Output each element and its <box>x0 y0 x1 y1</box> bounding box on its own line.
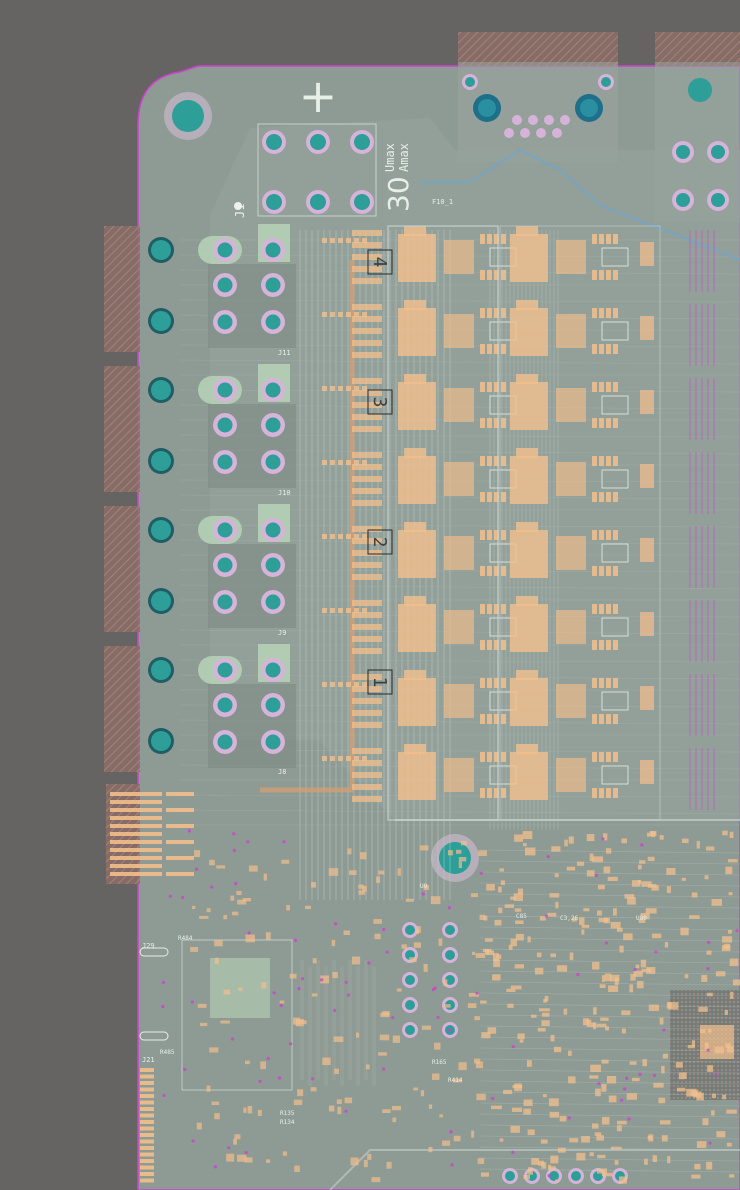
channel-number-2: 2 <box>369 537 390 548</box>
resistor-label: R484 <box>178 935 193 942</box>
connector-label-j11: J11 <box>278 349 291 357</box>
rating-unit-amax: Amax <box>397 143 411 172</box>
ic-label: U9 <box>420 883 428 890</box>
pcb-layout-canvas: + 30 Umax Amax J1 F10_1 4 3 2 1 J11 J10 … <box>104 32 740 1190</box>
resistor-label: R165 <box>432 1059 447 1066</box>
resistor-label: R485 <box>160 1049 175 1056</box>
pin1-marker <box>234 202 242 210</box>
connector-label-j29: J29 <box>142 942 155 950</box>
channel-number-3: 3 <box>369 397 390 408</box>
fuse-label: F10_1 <box>432 198 453 206</box>
rating-silkscreen: 30 Umax Amax <box>382 143 415 212</box>
channel-number-4: 4 <box>369 257 390 268</box>
resistor-label: R135 <box>280 1110 295 1117</box>
ic-label: U80 <box>636 915 647 922</box>
mounting-hole <box>164 92 212 140</box>
connector-label-j21: J21 <box>142 1056 155 1064</box>
resistor-label: R134 <box>280 1119 295 1126</box>
connector-label-j9: J9 <box>278 629 286 637</box>
connector-label-j8: J8 <box>278 768 286 776</box>
rating-value: 30 <box>382 176 415 212</box>
plus-sign-silkscreen: + <box>299 69 338 123</box>
capacitor-label: C3,26 <box>560 915 578 922</box>
channel-number-1: 1 <box>369 677 390 688</box>
rating-unit-umax: Umax <box>383 143 397 172</box>
capacitor-label: C85 <box>516 913 527 920</box>
resistor-label: R414 <box>448 1077 463 1084</box>
connector-label-j10: J10 <box>278 489 291 497</box>
